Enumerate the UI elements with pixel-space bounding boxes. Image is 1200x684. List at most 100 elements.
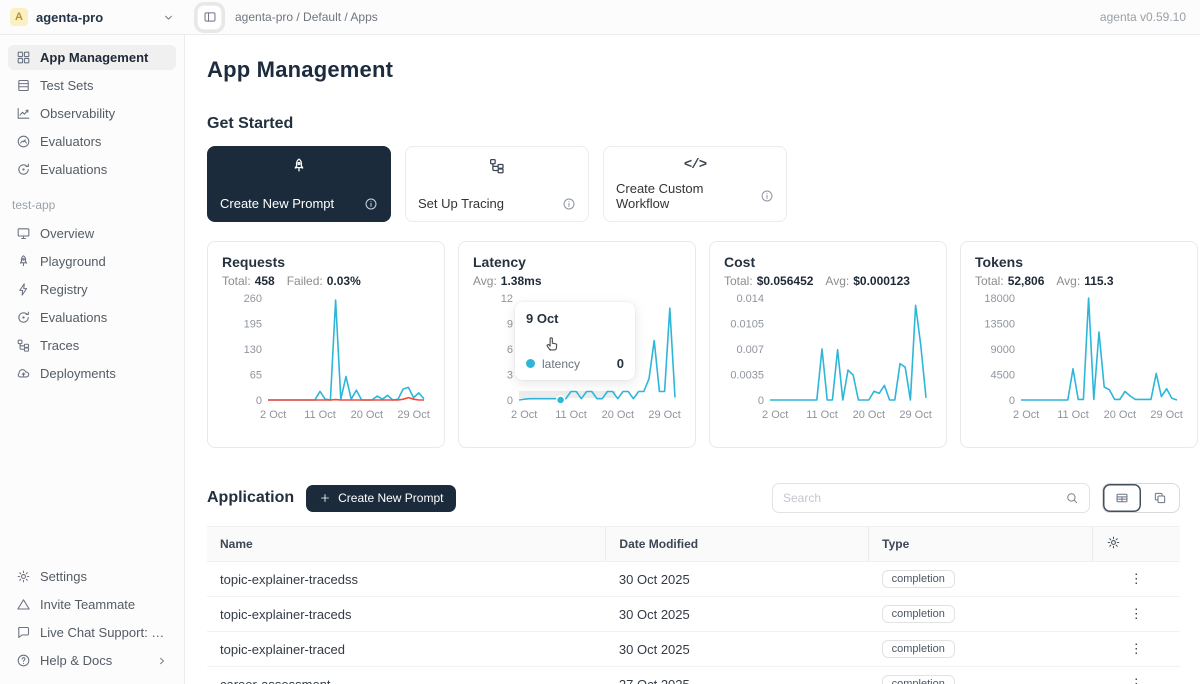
- svg-text:0.0105: 0.0105: [730, 319, 764, 331]
- info-icon: [562, 197, 576, 211]
- app-name: career-assessment: [207, 667, 606, 684]
- gear-icon: [16, 569, 31, 584]
- kebab-menu-icon[interactable]: ⋮: [1092, 667, 1180, 684]
- chart-stats: Avg:1.38ms: [473, 274, 681, 288]
- app-name: topic-explainer-traceds: [207, 597, 606, 632]
- table-row-topic-explainer-tracedss[interactable]: topic-explainer-tracedss30 Oct 2025compl…: [207, 562, 1180, 597]
- quick-action-set-up-tracing[interactable]: Set Up Tracing: [405, 146, 589, 222]
- help-icon: [16, 653, 31, 668]
- svg-text:29 Oct: 29 Oct: [899, 409, 931, 421]
- sidebar-item-settings[interactable]: Settings: [8, 564, 176, 589]
- app-type-badge: completion: [882, 605, 955, 623]
- refresh-icon: [16, 162, 31, 177]
- svg-text:11 Oct: 11 Oct: [555, 409, 587, 421]
- chart-plot: 00.00350.0070.01050.0142 Oct11 Oct20 Oct…: [724, 290, 932, 424]
- gear-icon[interactable]: [1106, 535, 1121, 550]
- app-date-modified: 30 Oct 2025: [606, 562, 869, 597]
- grid-icon: [16, 50, 31, 65]
- svg-text:12: 12: [501, 293, 513, 305]
- table-icon: [16, 78, 31, 93]
- table-view-icon: [1115, 491, 1129, 505]
- applications-table: Name Date Modified Type topic-explainer-…: [207, 526, 1180, 684]
- kebab-menu-icon[interactable]: ⋮: [1092, 562, 1180, 597]
- search-icon[interactable]: [1065, 491, 1079, 505]
- column-header-settings: [1092, 527, 1180, 562]
- kebab-menu-icon[interactable]: ⋮: [1092, 597, 1180, 632]
- sidebar-item-playground[interactable]: Playground: [8, 249, 176, 274]
- sidebar-item-registry[interactable]: Registry: [8, 277, 176, 302]
- sidebar-main-nav: App Management Test Sets Observability Eval…: [8, 45, 176, 185]
- search-input[interactable]: [783, 491, 1065, 505]
- sidebar-app-nav: Overview Playground Registry Evaluations Tra…: [8, 221, 176, 389]
- lightning-icon: [16, 282, 31, 297]
- sidebar-item-observability[interactable]: Observability: [8, 101, 176, 126]
- info-icon: [364, 197, 378, 211]
- tooltip-value: 0: [617, 356, 624, 371]
- table-row-topic-explainer-traceds[interactable]: topic-explainer-traceds30 Oct 2025 comple…: [207, 597, 1180, 632]
- svg-text:29 Oct: 29 Oct: [1150, 409, 1182, 421]
- sidebar-item-deployments[interactable]: Deployments: [8, 361, 176, 386]
- sidebar-item-app-management[interactable]: App Management: [8, 45, 176, 70]
- quick-action-create-custom-workflow[interactable]: </>Create Custom Workflow: [603, 146, 787, 222]
- tree-icon: [16, 338, 31, 353]
- refresh-icon: [16, 310, 31, 325]
- column-header-name[interactable]: Name: [207, 527, 606, 562]
- sidebar-toggle-button[interactable]: [197, 5, 222, 30]
- workspace-name: agenta-pro: [36, 10, 154, 25]
- plus-icon: [319, 492, 331, 504]
- sidebar-item-evaluations[interactable]: Evaluations: [8, 305, 176, 330]
- app-type-badge: completion: [882, 640, 955, 658]
- svg-text:0: 0: [1009, 395, 1015, 407]
- sidebar-item-invite-teammate[interactable]: Invite Teammate: [8, 592, 176, 617]
- svg-text:65: 65: [250, 370, 262, 382]
- svg-text:2 Oct: 2 Oct: [511, 409, 537, 421]
- sidebar-item-live-chat-support-off[interactable]: Live Chat Support: Off: [8, 620, 176, 645]
- app-date-modified: 27 Oct 2025: [606, 667, 869, 684]
- series-dot: [526, 359, 535, 368]
- table-view-button[interactable]: [1103, 484, 1141, 512]
- column-header-date-modified[interactable]: Date Modified: [606, 527, 869, 562]
- rocket-icon: [220, 157, 378, 175]
- sidebar-item-evaluations[interactable]: Evaluations: [8, 157, 176, 182]
- chart-card-requests[interactable]: RequestsTotal:458Failed:0.03%06513019526…: [207, 241, 445, 448]
- mouse-cursor-icon: [543, 334, 562, 358]
- card-view-button[interactable]: [1141, 484, 1179, 512]
- svg-text:0.0035: 0.0035: [730, 370, 764, 382]
- cloud-icon: [16, 366, 31, 381]
- svg-text:195: 195: [244, 319, 262, 331]
- breadcrumb[interactable]: agenta-pro / Default / Apps: [235, 10, 378, 24]
- create-new-prompt-button[interactable]: Create New Prompt: [306, 485, 456, 512]
- svg-text:11 Oct: 11 Oct: [806, 409, 838, 421]
- table-row-career-assessment[interactable]: career-assessment27 Oct 2025completion⋮: [207, 667, 1180, 684]
- svg-text:18000: 18000: [984, 293, 1015, 305]
- quick-action-create-new-prompt[interactable]: Create New Prompt: [207, 146, 391, 222]
- gauge-icon: [16, 134, 31, 149]
- sidebar-item-test-sets[interactable]: Test Sets: [8, 73, 176, 98]
- app-date-modified: 30 Oct 2025: [606, 597, 869, 632]
- svg-text:6: 6: [507, 344, 513, 356]
- chart-card-latency[interactable]: LatencyAvg:1.38ms0369122 Oct11 Oct20 Oct…: [458, 241, 696, 448]
- tooltip-date: 9 Oct: [526, 311, 624, 326]
- sidebar-app-section-label: test-app: [8, 185, 176, 221]
- column-header-type[interactable]: Type: [869, 527, 1093, 562]
- chart-card-tokens[interactable]: TokensTotal:52,806Avg:115.30450090001350…: [960, 241, 1198, 448]
- sidebar-item-help-docs[interactable]: Help & Docs: [8, 648, 176, 673]
- table-row-topic-explainer-traced[interactable]: topic-explainer-traced30 Oct 2025complet…: [207, 632, 1180, 667]
- svg-text:4500: 4500: [991, 370, 1015, 382]
- sidebar-item-evaluators[interactable]: Evaluators: [8, 129, 176, 154]
- chevron-right-icon: [156, 655, 168, 667]
- workspace-selector[interactable]: A agenta-pro: [0, 8, 185, 26]
- sidebar-bottom-nav: Settings Invite Teammate Live Chat Support…: [8, 564, 176, 676]
- sidebar-item-traces[interactable]: Traces: [8, 333, 176, 358]
- sidebar-item-overview[interactable]: Overview: [8, 221, 176, 246]
- svg-text:29 Oct: 29 Oct: [648, 409, 680, 421]
- version-label: agenta v0.59.10: [1100, 10, 1186, 24]
- svg-text:0: 0: [256, 395, 262, 407]
- svg-text:2 Oct: 2 Oct: [762, 409, 788, 421]
- chart-card-cost[interactable]: CostTotal:$0.056452Avg:$0.00012300.00350…: [709, 241, 947, 448]
- tooltip-series-label: latency: [542, 357, 580, 371]
- svg-text:3: 3: [507, 370, 513, 382]
- kebab-menu-icon[interactable]: ⋮: [1092, 632, 1180, 667]
- search-box: [772, 483, 1090, 513]
- trend-icon: [16, 106, 31, 121]
